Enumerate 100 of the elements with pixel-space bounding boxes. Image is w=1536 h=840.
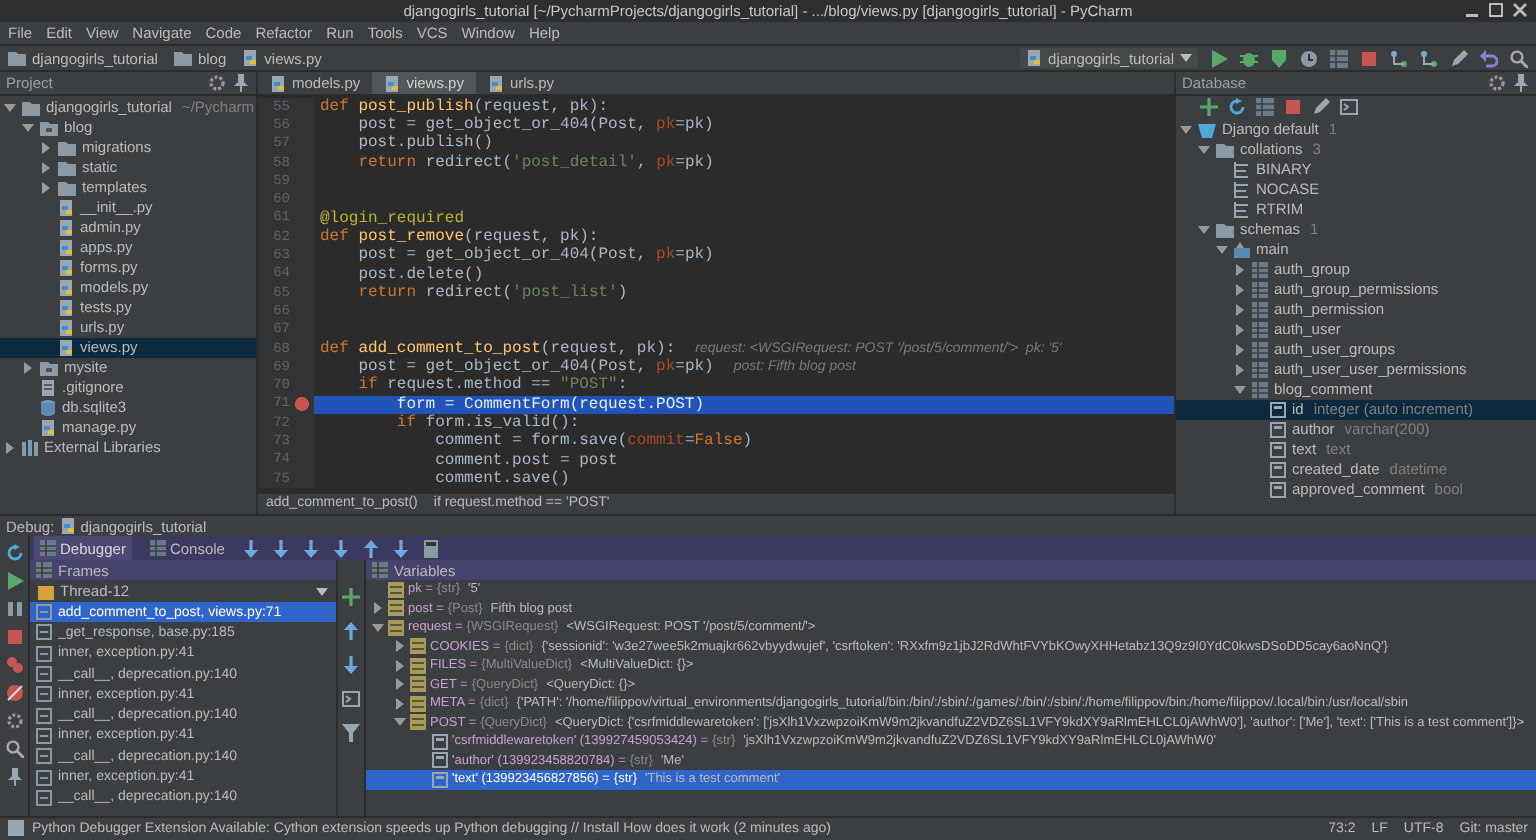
- search-icon[interactable]: [5, 740, 23, 758]
- caret-right-icon[interactable]: [372, 602, 384, 615]
- caret-right-icon[interactable]: [40, 182, 52, 194]
- dropdown-arrow-icon[interactable]: [1180, 52, 1192, 64]
- caret-down-icon[interactable]: [1198, 144, 1210, 156]
- column-icon: [1270, 442, 1286, 458]
- caret-right-icon[interactable]: [1234, 284, 1246, 296]
- caret-right-icon[interactable]: [1234, 264, 1246, 276]
- stop-icon[interactable]: [1284, 98, 1302, 116]
- caret-right-icon[interactable]: [40, 162, 52, 174]
- python-file-icon: [58, 240, 74, 256]
- filter-icon[interactable]: [342, 724, 360, 742]
- folder-icon: [22, 100, 40, 116]
- table-icon: [1252, 362, 1268, 378]
- mute-breakpoints-icon[interactable]: [5, 684, 23, 702]
- arrow-up-icon[interactable]: [342, 622, 360, 640]
- caret-right-icon[interactable]: [40, 142, 52, 154]
- table-icon: [40, 540, 56, 556]
- close-icon[interactable]: [1512, 2, 1528, 18]
- frame-icon: [36, 686, 52, 703]
- dropdown-arrow-icon[interactable]: [316, 585, 328, 597]
- caret-down-icon[interactable]: [22, 122, 34, 134]
- python-file-icon: [1026, 50, 1043, 66]
- settings-icon[interactable]: [5, 712, 23, 730]
- python-file-icon: [58, 260, 74, 276]
- plus-icon[interactable]: [342, 588, 360, 606]
- frame-icon: [36, 645, 52, 662]
- caret-down-icon[interactable]: [1216, 244, 1228, 256]
- stop-icon[interactable]: [1360, 49, 1378, 67]
- caret-right-icon[interactable]: [1234, 344, 1246, 356]
- breakpoints-icon[interactable]: [5, 656, 23, 674]
- caret-right-icon[interactable]: [1234, 324, 1246, 336]
- caret-right-icon[interactable]: [394, 640, 406, 653]
- code-line: def post_publish(request, pk):: [318, 98, 611, 116]
- caret-right-icon[interactable]: [394, 659, 406, 672]
- pin-icon[interactable]: [5, 768, 23, 786]
- column-icon: [1270, 462, 1286, 478]
- console-icon[interactable]: [342, 690, 360, 708]
- shield-icon[interactable]: [1270, 49, 1288, 67]
- undo-icon[interactable]: [1480, 49, 1498, 67]
- caret-down-icon[interactable]: [394, 716, 406, 729]
- caret-down-icon[interactable]: [372, 621, 384, 634]
- branch-icon[interactable]: [1390, 49, 1408, 67]
- caret-down-icon[interactable]: [1180, 124, 1192, 136]
- arrow-down-icon[interactable]: [392, 539, 411, 557]
- table-icon[interactable]: [1256, 98, 1274, 116]
- pencil-icon[interactable]: [1450, 49, 1468, 67]
- refresh-icon[interactable]: [5, 544, 23, 562]
- caret-down-icon[interactable]: [1234, 384, 1246, 396]
- pin-icon[interactable]: [232, 74, 250, 92]
- run-icon[interactable]: [5, 572, 23, 590]
- caret-right-icon[interactable]: [394, 697, 406, 710]
- clock-icon[interactable]: [1300, 49, 1318, 67]
- library-icon: [22, 440, 38, 456]
- arrow-down-icon[interactable]: [342, 656, 360, 674]
- caret-right-icon[interactable]: [4, 442, 16, 454]
- frame-icon: [36, 727, 52, 744]
- frame-icon: [36, 769, 52, 786]
- frame-icon: [36, 748, 52, 765]
- pin-icon[interactable]: [1512, 74, 1530, 92]
- caret-right-icon[interactable]: [22, 362, 34, 374]
- folder-icon: [40, 120, 58, 136]
- caret-right-icon[interactable]: [394, 678, 406, 691]
- python-file-icon: [487, 75, 504, 91]
- python-file-icon: [58, 320, 74, 336]
- console-icon[interactable]: [1340, 98, 1358, 116]
- arrow-up-icon[interactable]: [362, 539, 381, 557]
- python-file-icon: [270, 75, 286, 91]
- table-icon[interactable]: [1330, 49, 1348, 67]
- caret-down-icon[interactable]: [1198, 224, 1210, 236]
- python-file-icon: [60, 518, 77, 534]
- frame-icon: [36, 666, 52, 683]
- file-icon: [40, 380, 56, 396]
- list-icon: [1234, 182, 1250, 198]
- folder-icon: [8, 50, 26, 66]
- python-file-icon: [40, 420, 56, 436]
- database-icon: [40, 400, 56, 416]
- table-icon: [1252, 282, 1268, 298]
- calculator-icon[interactable]: [422, 539, 441, 557]
- table-icon: [1252, 262, 1268, 278]
- plus-icon[interactable]: [1200, 98, 1218, 116]
- caret-right-icon[interactable]: [1234, 304, 1246, 316]
- code-line: if form.is_valid():: [394, 414, 582, 432]
- column-icon: [1270, 402, 1286, 418]
- bug-icon[interactable]: [1240, 49, 1258, 67]
- settings-icon[interactable]: [208, 74, 226, 92]
- code-line: post.delete(): [356, 265, 484, 284]
- branch-icon[interactable]: [1420, 49, 1438, 67]
- search-icon[interactable]: [1510, 49, 1528, 67]
- caret-right-icon[interactable]: [1234, 364, 1246, 376]
- refresh-icon[interactable]: [1228, 98, 1246, 116]
- run-icon[interactable]: [1210, 49, 1228, 67]
- pause-icon[interactable]: [5, 600, 23, 618]
- settings-icon[interactable]: [1488, 74, 1506, 92]
- caret-down-icon[interactable]: [4, 102, 16, 114]
- maximize-icon[interactable]: [1488, 2, 1504, 18]
- stop-icon[interactable]: [5, 628, 23, 646]
- python-file-icon: [58, 300, 74, 316]
- table-icon: [1252, 322, 1268, 338]
- breakpoint-icon[interactable]: [294, 396, 310, 413]
